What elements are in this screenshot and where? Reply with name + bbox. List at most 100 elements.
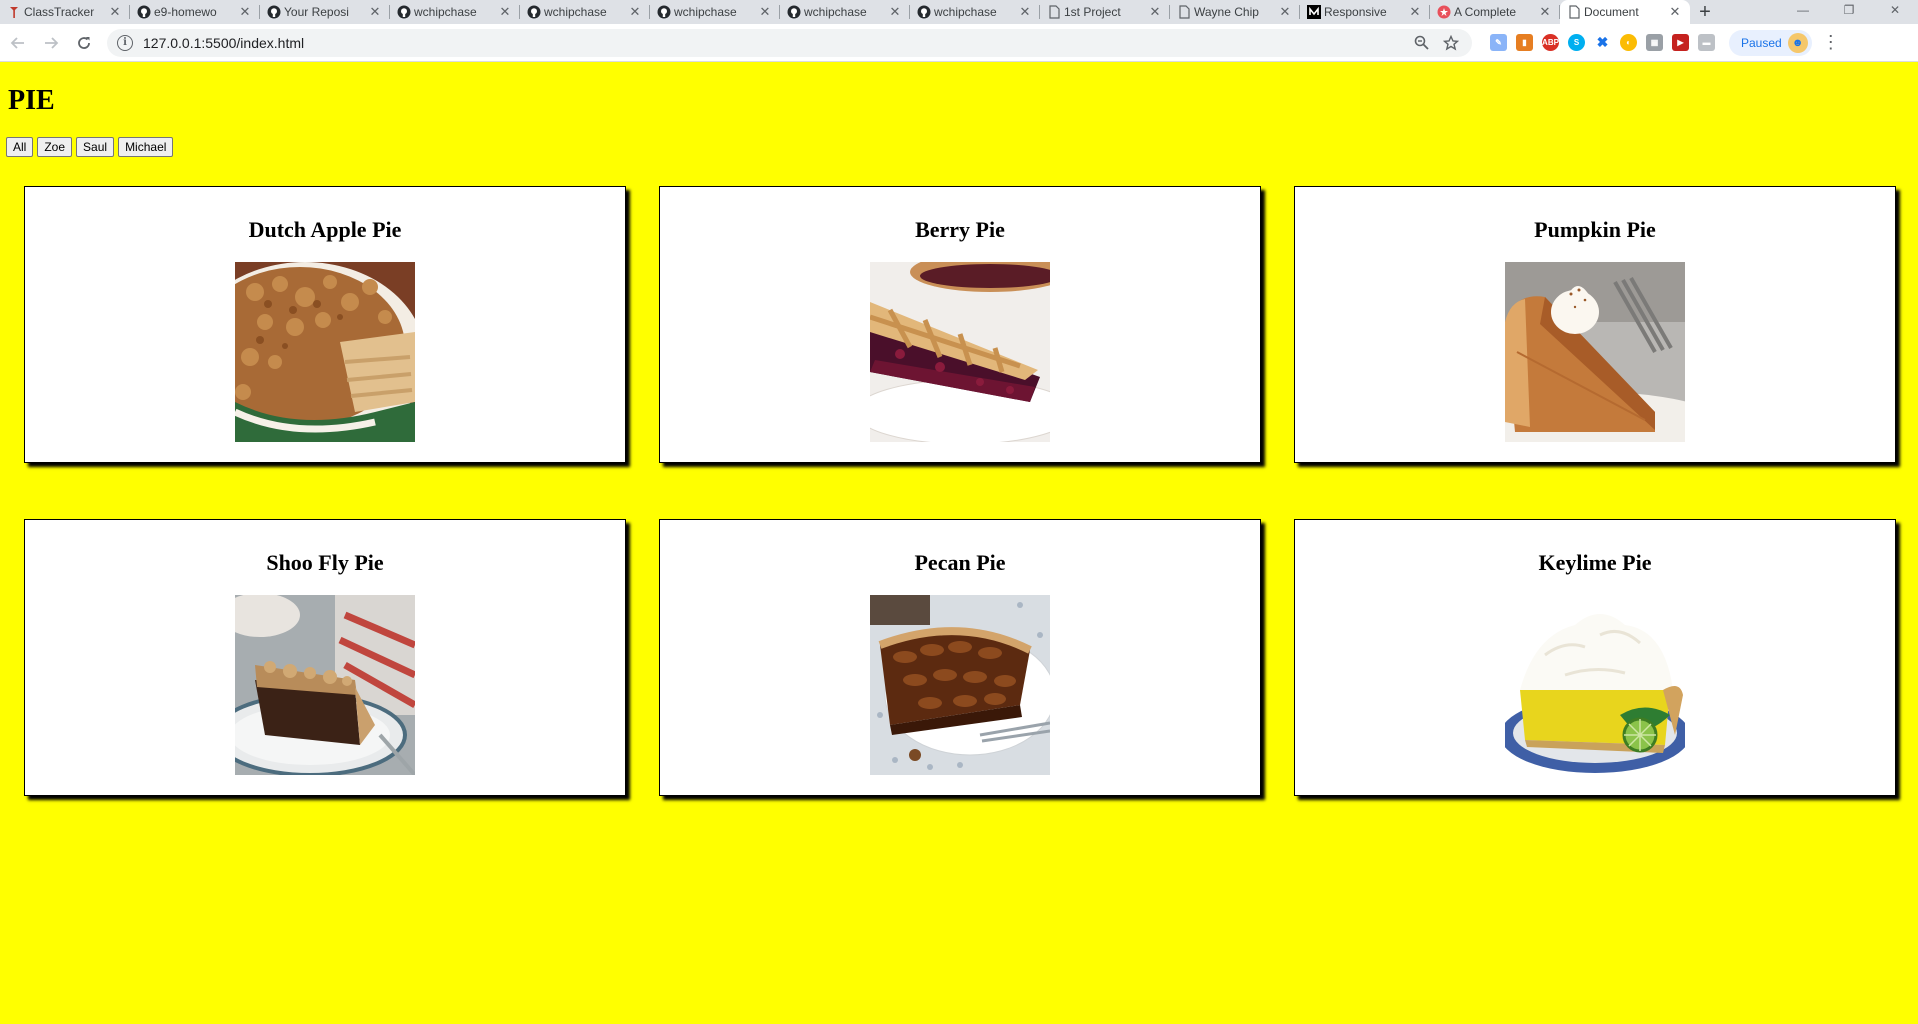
close-tab-icon[interactable]: ✕ <box>888 4 902 20</box>
browser-tab[interactable]: wchipchase ✕ <box>520 0 650 24</box>
medium-icon <box>1307 5 1321 19</box>
url-text[interactable]: 127.0.0.1:5500/index.html <box>143 35 1402 51</box>
tab-title: wchipchase <box>544 5 607 19</box>
page-icon <box>1177 5 1191 19</box>
github-icon <box>787 5 801 19</box>
github-icon <box>137 5 151 19</box>
close-tab-icon[interactable]: ✕ <box>368 4 382 20</box>
back-button[interactable] <box>3 28 33 58</box>
browser-tab[interactable]: 1st Project ✕ <box>1040 0 1170 24</box>
browser-tab[interactable]: e9-homewo ✕ <box>130 0 260 24</box>
browser-tab[interactable]: A Complete ✕ <box>1430 0 1560 24</box>
shoo-fly-pie-photo <box>235 595 415 775</box>
close-tab-icon[interactable]: ✕ <box>1538 4 1552 20</box>
zoom-icon[interactable] <box>1410 32 1432 54</box>
page-title: PIE <box>8 85 55 116</box>
close-tab-icon[interactable]: ✕ <box>1018 4 1032 20</box>
github-icon <box>657 5 671 19</box>
video-extension-icon[interactable]: ▶ <box>1672 34 1689 51</box>
adblock-icon[interactable]: ABP <box>1542 34 1559 51</box>
pumpkin-pie-photo <box>1505 262 1685 442</box>
browser-tab[interactable]: Your Reposi ✕ <box>260 0 390 24</box>
pecan-pie-photo <box>870 595 1050 775</box>
forward-button[interactable] <box>36 28 66 58</box>
pie-card: Keylime Pie <box>1294 519 1896 796</box>
tab-title: ClassTracker <box>24 5 95 19</box>
tab-title: Wayne Chip <box>1194 5 1259 19</box>
office-extension-icon[interactable]: ▮ <box>1516 34 1533 51</box>
tab-title: Document <box>1584 5 1639 19</box>
page-icon <box>1567 5 1581 19</box>
extensions-area: ✎ ▮ ABP S ✖ ◐ ▦ ▶ ▬ <box>1490 34 1715 51</box>
new-tab-button[interactable]: + <box>1690 0 1720 24</box>
edit-extension-icon[interactable]: ✎ <box>1490 34 1507 51</box>
pie-title: Berry Pie <box>915 217 1005 242</box>
tools-extension-icon[interactable]: ✖ <box>1594 34 1611 51</box>
github-icon <box>267 5 281 19</box>
pie-card: Pumpkin Pie <box>1294 186 1896 463</box>
tab-title: Responsive <box>1324 5 1387 19</box>
close-tab-icon[interactable]: ✕ <box>1408 4 1422 20</box>
filter-saul-button[interactable]: Saul <box>76 137 115 157</box>
close-tab-icon[interactable]: ✕ <box>628 4 642 20</box>
tab-title: wchipchase <box>674 5 737 19</box>
grid-extension-icon[interactable]: ▦ <box>1646 34 1663 51</box>
browser-tab[interactable]: ClassTracker ✕ <box>0 0 130 24</box>
tab-title: wchipchase <box>804 5 867 19</box>
close-tab-icon[interactable]: ✕ <box>1668 4 1682 20</box>
github-icon <box>397 5 411 19</box>
browser-toolbar: i 127.0.0.1:5500/index.html ✎ ▮ ABP S ✖ … <box>0 24 1918 62</box>
bookmark-star-icon[interactable] <box>1440 32 1462 54</box>
github-icon <box>917 5 931 19</box>
tab-title: A Complete <box>1454 5 1517 19</box>
minimize-icon[interactable]: — <box>1780 0 1826 24</box>
close-window-icon[interactable]: ✕ <box>1872 0 1918 24</box>
tab-title: Your Reposi <box>284 5 349 19</box>
berry-pie-photo <box>870 262 1050 442</box>
filter-all-button[interactable]: All <box>6 137 34 157</box>
browser-tab[interactable]: wchipchase ✕ <box>390 0 520 24</box>
disabled-extension-icon[interactable]: ▬ <box>1698 34 1715 51</box>
pie-card: Shoo Fly Pie <box>24 519 626 796</box>
reload-button[interactable] <box>69 28 99 58</box>
avatar: ☻ <box>1787 32 1808 53</box>
filter-zoe-button[interactable]: Zoe <box>37 137 73 157</box>
browser-tab[interactable]: wchipchase ✕ <box>650 0 780 24</box>
browser-tab[interactable]: Wayne Chip ✕ <box>1170 0 1300 24</box>
browser-tab[interactable]: Responsive ✕ <box>1300 0 1430 24</box>
star-logo-icon <box>1437 5 1451 19</box>
restore-icon[interactable]: ❐ <box>1826 0 1872 24</box>
tab-title: e9-homewo <box>154 5 217 19</box>
close-tab-icon[interactable]: ✕ <box>238 4 252 20</box>
close-tab-icon[interactable]: ✕ <box>498 4 512 20</box>
filter-michael-button[interactable]: Michael <box>118 137 174 157</box>
skype-icon[interactable]: S <box>1568 34 1585 51</box>
pie-title: Dutch Apple Pie <box>248 217 402 242</box>
classtracker-icon <box>7 5 21 19</box>
pie-card: Pecan Pie <box>659 519 1261 796</box>
pie-title: Pecan Pie <box>914 550 1006 575</box>
tab-title: wchipchase <box>934 5 997 19</box>
close-tab-icon[interactable]: ✕ <box>1278 4 1292 20</box>
pie-title: Shoo Fly Pie <box>266 550 384 575</box>
pie-card: Berry Pie <box>659 186 1261 463</box>
pie-grid: Dutch Apple Pie Berry Pie Pumpkin Pie Sh… <box>24 186 1896 796</box>
pie-title: Pumpkin Pie <box>1534 217 1656 242</box>
browser-tab[interactable]: wchipchase ✕ <box>780 0 910 24</box>
close-tab-icon[interactable]: ✕ <box>758 4 772 20</box>
close-tab-icon[interactable]: ✕ <box>1148 4 1162 20</box>
pie-title: Keylime Pie <box>1538 550 1652 575</box>
close-tab-icon[interactable]: ✕ <box>108 4 122 20</box>
chrome-extension-icon[interactable]: ◐ <box>1620 34 1637 51</box>
browser-tab-active[interactable]: Document ✕ <box>1560 0 1690 24</box>
page-content: PIE All Zoe Saul Michael Dutch Apple Pie <box>0 63 1918 1024</box>
profile-paused-button[interactable]: Paused ☻ <box>1729 29 1812 56</box>
pie-card: Dutch Apple Pie <box>24 186 626 463</box>
site-info-icon[interactable]: i <box>117 34 133 51</box>
address-bar[interactable]: i 127.0.0.1:5500/index.html <box>107 28 1472 57</box>
page-icon <box>1047 5 1061 19</box>
tab-title: 1st Project <box>1064 5 1121 19</box>
github-icon <box>527 5 541 19</box>
menu-kebab-icon[interactable]: ⋮ <box>1822 32 1840 53</box>
browser-tab[interactable]: wchipchase ✕ <box>910 0 1040 24</box>
